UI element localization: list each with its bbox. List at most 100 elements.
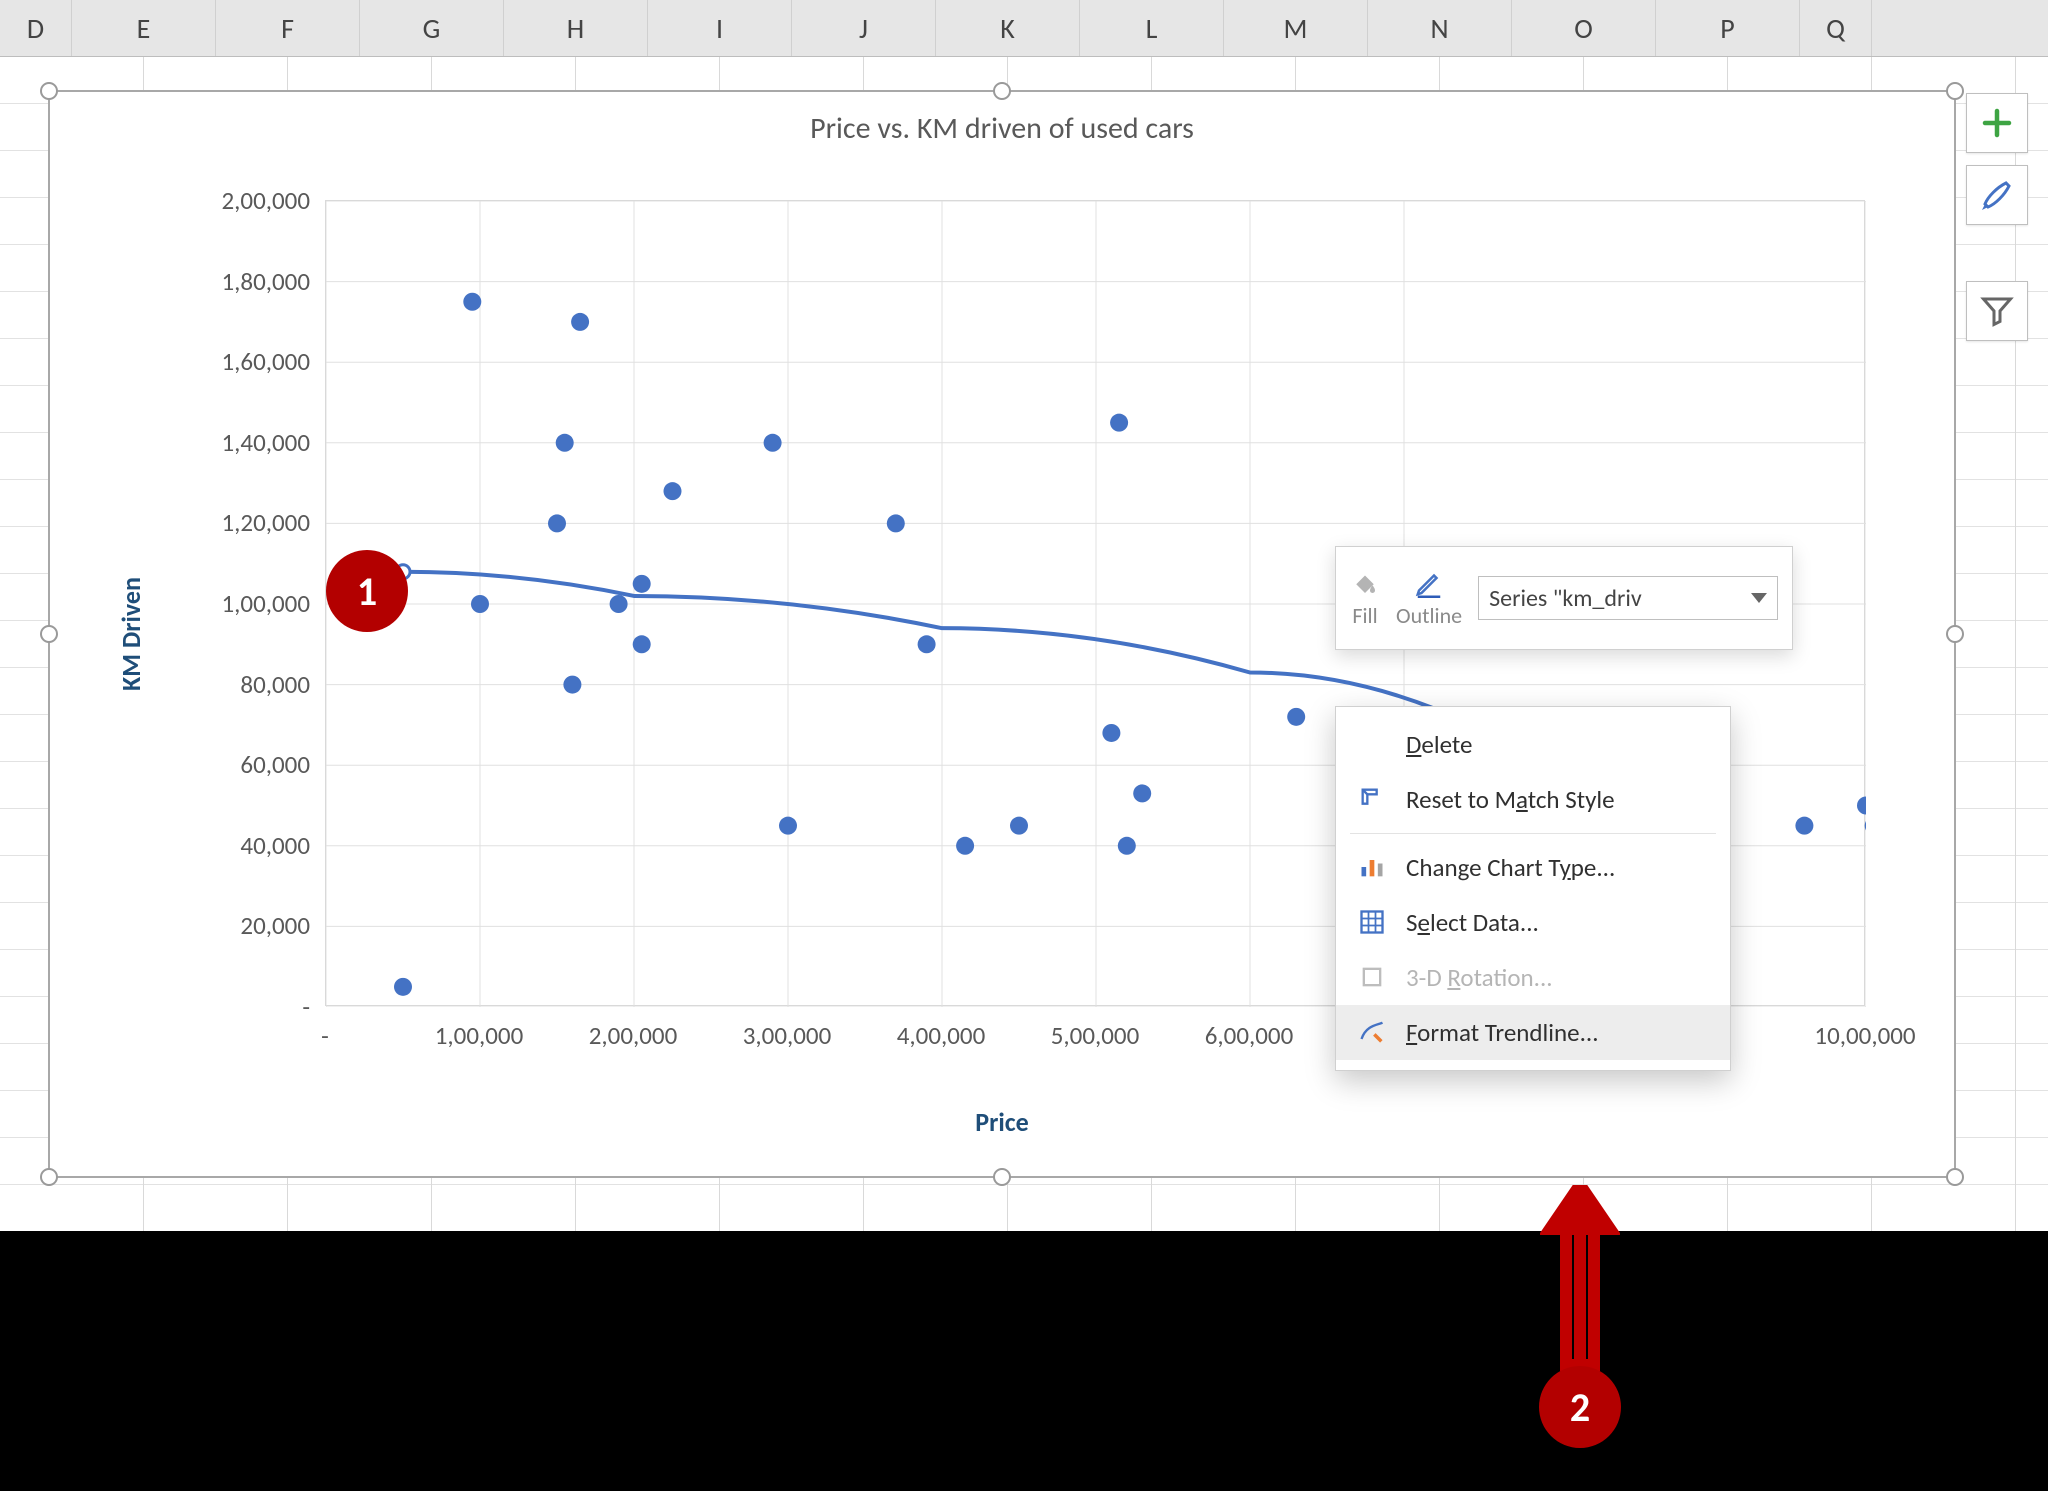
- resize-handle-top-right[interactable]: [1946, 82, 1964, 100]
- data-point[interactable]: [887, 514, 905, 532]
- data-point[interactable]: [1118, 837, 1136, 855]
- data-point[interactable]: [918, 635, 936, 653]
- col-header-o[interactable]: O: [1512, 0, 1656, 56]
- outline-label: Outline: [1396, 602, 1462, 629]
- col-header-f[interactable]: F: [216, 0, 360, 56]
- col-header-m[interactable]: M: [1224, 0, 1368, 56]
- chart-styles-button[interactable]: [1966, 165, 2028, 225]
- col-header-l[interactable]: L: [1080, 0, 1224, 56]
- chart-title[interactable]: Price vs. KM driven of used cars: [50, 92, 1954, 147]
- outline-pen-icon: [1414, 568, 1444, 598]
- chart-elements-button[interactable]: [1966, 93, 2028, 153]
- y-tick-label: 1,60,000: [170, 346, 310, 377]
- col-header-j[interactable]: J: [792, 0, 936, 56]
- data-point[interactable]: [610, 595, 628, 613]
- resize-handle-bottom-right[interactable]: [1946, 1168, 1964, 1186]
- x-axis-title[interactable]: Price: [50, 1106, 1954, 1138]
- rotation-3d-icon: [1358, 963, 1388, 993]
- col-header-d[interactable]: D: [0, 0, 72, 56]
- x-tick-label: 6,00,000: [1189, 1020, 1309, 1051]
- menu-format-trendline[interactable]: Format Trendline...: [1336, 1005, 1730, 1060]
- col-header-q[interactable]: Q: [1800, 0, 1872, 56]
- data-point[interactable]: [779, 817, 797, 835]
- col-header-g[interactable]: G: [360, 0, 504, 56]
- series-dropdown[interactable]: Series "km_driv: [1478, 576, 1778, 620]
- data-point[interactable]: [1110, 414, 1128, 432]
- format-trendline-icon: [1358, 1018, 1388, 1048]
- y-axis-title[interactable]: KM Driven: [115, 577, 147, 691]
- data-point[interactable]: [471, 595, 489, 613]
- chart-type-icon: [1358, 853, 1388, 883]
- menu-delete-label: elete: [1421, 729, 1472, 760]
- menu-change-chart-type[interactable]: Change Chart Type...: [1336, 840, 1730, 895]
- col-header-k[interactable]: K: [936, 0, 1080, 56]
- data-point[interactable]: [548, 514, 566, 532]
- x-tick-label: 2,00,000: [573, 1020, 693, 1051]
- y-tick-label: 1,00,000: [170, 588, 310, 619]
- y-tick-label: -: [170, 991, 310, 1022]
- fill-label: Fill: [1352, 602, 1377, 629]
- y-tick-label: 2,00,000: [170, 185, 310, 216]
- data-point[interactable]: [633, 635, 651, 653]
- series-dropdown-text: Series "km_driv: [1489, 584, 1642, 613]
- y-tick-label: 1,80,000: [170, 266, 310, 297]
- col-header-e[interactable]: E: [72, 0, 216, 56]
- resize-handle-bottom[interactable]: [993, 1168, 1011, 1186]
- y-tick-label: 60,000: [170, 749, 310, 780]
- chart-filters-button[interactable]: [1966, 281, 2028, 341]
- data-point[interactable]: [956, 837, 974, 855]
- menu-select-data[interactable]: Select Data...: [1336, 895, 1730, 950]
- y-tick-label: 1,40,000: [170, 427, 310, 458]
- context-menu: Delete Reset to Match Style Change Chart…: [1335, 706, 1731, 1071]
- resize-handle-bottom-left[interactable]: [40, 1168, 58, 1186]
- outline-button[interactable]: Outline: [1396, 568, 1462, 629]
- data-point[interactable]: [1795, 817, 1813, 835]
- column-headers: D E F G H I J K L M N O P Q: [0, 0, 2048, 57]
- fill-button[interactable]: Fill: [1350, 568, 1380, 629]
- col-header-p[interactable]: P: [1656, 0, 1800, 56]
- resize-handle-top[interactable]: [993, 82, 1011, 100]
- data-point[interactable]: [394, 978, 412, 996]
- resize-handle-left[interactable]: [40, 625, 58, 643]
- plus-icon: [1979, 105, 2015, 141]
- data-point[interactable]: [1102, 724, 1120, 742]
- funnel-icon: [1979, 293, 2015, 329]
- x-tick-label: 4,00,000: [881, 1020, 1001, 1051]
- resize-handle-right[interactable]: [1946, 625, 1964, 643]
- y-tick-label: 40,000: [170, 830, 310, 861]
- data-point[interactable]: [563, 676, 581, 694]
- resize-handle-top-left[interactable]: [40, 82, 58, 100]
- fill-bucket-icon: [1350, 568, 1380, 598]
- data-point[interactable]: [633, 575, 651, 593]
- select-data-icon: [1358, 908, 1388, 938]
- reset-icon: [1358, 785, 1388, 815]
- y-tick-label: 80,000: [170, 669, 310, 700]
- bottom-black-bar: [0, 1231, 2048, 1491]
- x-tick-label: 1,00,000: [419, 1020, 539, 1051]
- blank-icon: [1358, 730, 1388, 760]
- data-point[interactable]: [1287, 708, 1305, 726]
- data-point[interactable]: [571, 313, 589, 331]
- y-tick-label: 1,20,000: [170, 507, 310, 538]
- data-point[interactable]: [764, 434, 782, 452]
- annotation-arrow: [1540, 1185, 1620, 1390]
- data-point[interactable]: [556, 434, 574, 452]
- menu-separator: [1350, 833, 1716, 834]
- x-tick-label: 5,00,000: [1035, 1020, 1155, 1051]
- menu-reset-match-style[interactable]: Reset to Match Style: [1336, 772, 1730, 827]
- annotation-badge-2: 2: [1539, 1366, 1621, 1448]
- data-point[interactable]: [1133, 784, 1151, 802]
- col-header-h[interactable]: H: [504, 0, 648, 56]
- data-point[interactable]: [463, 293, 481, 311]
- x-tick-label: -: [265, 1020, 385, 1051]
- menu-delete[interactable]: Delete: [1336, 717, 1730, 772]
- menu-3d-rotation: 3-D Rotation...: [1336, 950, 1730, 1005]
- data-point[interactable]: [664, 482, 682, 500]
- col-header-n[interactable]: N: [1368, 0, 1512, 56]
- data-point[interactable]: [1010, 817, 1028, 835]
- paintbrush-icon: [1979, 177, 2015, 213]
- x-tick-label: 3,00,000: [727, 1020, 847, 1051]
- annotation-badge-1: 1: [326, 550, 408, 632]
- col-header-i[interactable]: I: [648, 0, 792, 56]
- data-point[interactable]: [1857, 797, 1866, 815]
